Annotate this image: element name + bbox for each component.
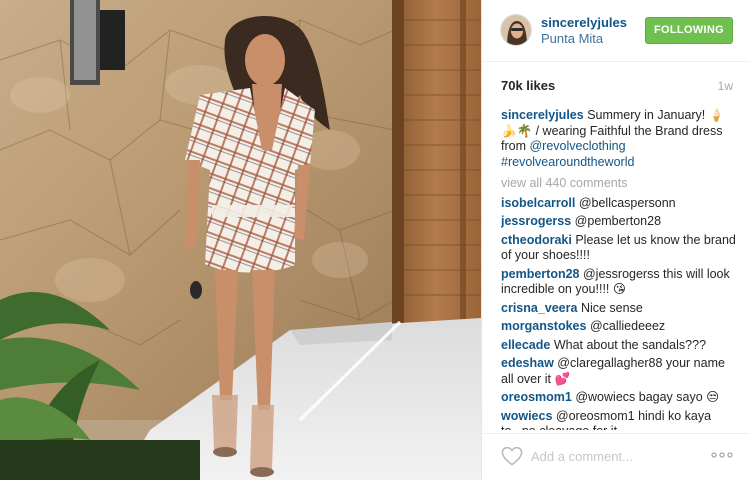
comment-text: @wowiecs bagay sayo 😒: [575, 390, 720, 404]
post-details-panel: sincerelyjules Punta Mita FOLLOWING 70k …: [481, 0, 750, 480]
comment-text: @pemberton28: [574, 214, 662, 228]
comment-item: ctheodoraki Please let us know the brand…: [501, 233, 739, 264]
view-all-comments-link[interactable]: view all 440 comments: [501, 176, 739, 192]
heart-outline-icon[interactable]: [501, 446, 523, 466]
comments-list[interactable]: sincerelyjules Summery in January! 🍦🍌🌴 /…: [501, 108, 739, 430]
comment-username[interactable]: oreosmom1: [501, 390, 572, 404]
comment-text: What about the sandals???: [553, 337, 707, 352]
post-meta: 70k likes 1w: [501, 78, 733, 96]
comment-text: Nice sense: [580, 300, 643, 315]
comment-bar: [482, 433, 750, 480]
location-link[interactable]: Punta Mita: [541, 31, 603, 46]
username-link[interactable]: sincerelyjules: [541, 15, 627, 30]
avatar-image: [501, 15, 531, 45]
comment-item: jessrogerss @pemberton28: [501, 214, 739, 230]
comment-username[interactable]: edeshaw: [501, 356, 554, 370]
post-timestamp[interactable]: 1w: [718, 79, 733, 93]
comment-username[interactable]: ctheodoraki: [501, 233, 572, 247]
comment-item: crisna_veera Nice sense: [501, 301, 739, 317]
comment-username[interactable]: crisna_veera: [501, 301, 577, 315]
comment-item: pemberton28 @jessrogerss this will look …: [501, 267, 739, 298]
comment-username[interactable]: ellecade: [501, 338, 550, 352]
post-caption: sincerelyjules Summery in January! 🍦🍌🌴 /…: [501, 108, 739, 170]
likes-count[interactable]: 70k likes: [501, 78, 555, 93]
caption-mention-link[interactable]: @revolveclothing: [529, 139, 625, 153]
following-button[interactable]: FOLLOWING: [645, 17, 733, 44]
comment-username[interactable]: jessrogerss: [501, 214, 571, 228]
avatar[interactable]: [500, 14, 532, 46]
photo-illustration: [0, 0, 481, 480]
comment-item: isobelcarroll @bellcaspersonn: [501, 196, 739, 212]
ellipsis-icon[interactable]: [711, 449, 733, 461]
comment-username[interactable]: wowiecs: [501, 409, 552, 423]
comment-text: @calliedeeez: [589, 319, 666, 333]
comment-username[interactable]: pemberton28: [501, 267, 580, 281]
comment-text: @bellcaspersonn: [578, 195, 676, 210]
post-header: sincerelyjules Punta Mita FOLLOWING: [482, 0, 750, 62]
caption-username[interactable]: sincerelyjules: [501, 108, 584, 122]
comment-item: edeshaw @claregallagher88 your name all …: [501, 356, 739, 387]
comment-item: morganstokes @calliedeeez: [501, 319, 739, 335]
caption-hashtag-link[interactable]: #revolvearoundtheworld: [501, 155, 634, 169]
comment-username[interactable]: isobelcarroll: [501, 196, 575, 210]
comment-item: oreosmom1 @wowiecs bagay sayo 😒: [501, 390, 739, 406]
post-photo[interactable]: [0, 0, 481, 480]
comment-item: wowiecs @oreosmom1 hindi ko kaya to...no…: [501, 409, 739, 431]
comment-username[interactable]: morganstokes: [501, 319, 586, 333]
add-comment-input[interactable]: [531, 447, 699, 465]
comment-item: ellecade What about the sandals???: [501, 338, 739, 354]
